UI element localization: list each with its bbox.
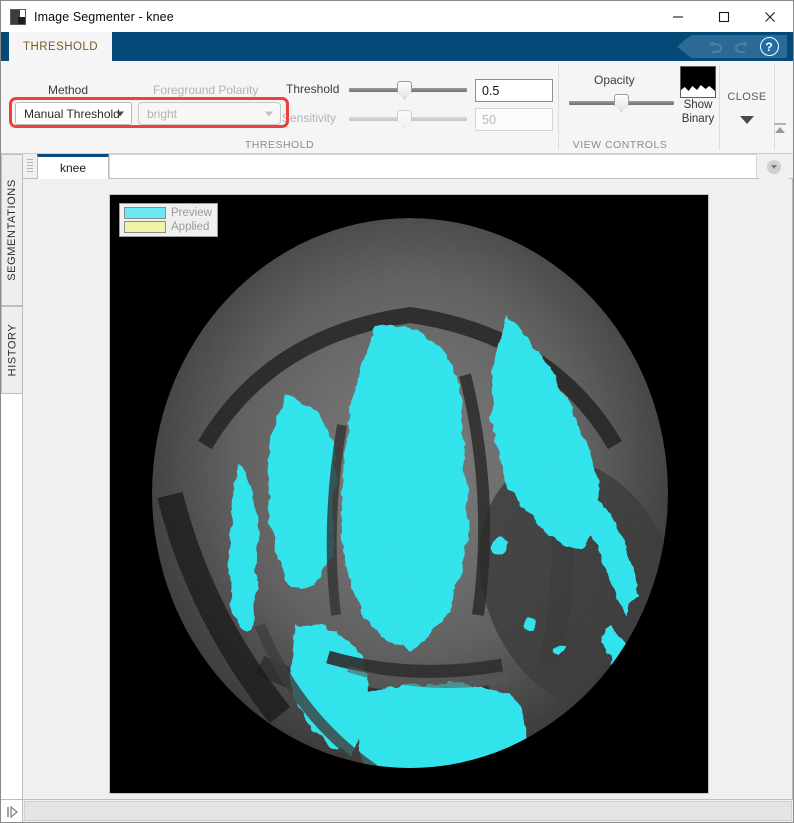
foreground-polarity-value: bright: [147, 106, 178, 121]
knee-mri-sagittal: [110, 195, 708, 793]
legend-swatch-preview: [124, 207, 166, 219]
help-question-mark: ?: [759, 37, 779, 56]
window-title: Image Segmenter - knee: [34, 9, 174, 24]
window-controls: [655, 1, 793, 32]
ribbon-group-close: CLOSE: [720, 61, 774, 154]
sensitivity-slider-thumb[interactable]: [397, 110, 412, 128]
threshold-value: 0.5: [482, 83, 500, 98]
group-separator-3: [774, 65, 775, 150]
segmentation-legend: Preview Applied: [119, 203, 218, 237]
left-rail-filler: [1, 394, 23, 799]
image-display[interactable]: Preview Applied: [109, 194, 709, 794]
chevron-down-icon: [265, 111, 273, 116]
close-button[interactable]: [747, 1, 793, 32]
drag-grip-icon[interactable]: [27, 159, 33, 173]
opacity-label: Opacity: [594, 73, 635, 87]
method-label: Method: [48, 83, 89, 97]
legend-label-applied: Applied: [171, 221, 210, 233]
legend-label-preview: Preview: [171, 207, 212, 219]
status-field: [24, 801, 792, 821]
app-icon: [10, 8, 26, 25]
status-bar: [1, 799, 793, 822]
binary-histogram-icon: [680, 66, 716, 98]
tab-overflow-icon: [767, 159, 781, 174]
sidebar-tab-history-label: HISTORY: [6, 323, 19, 377]
legend-item-applied: Applied: [124, 221, 212, 233]
threshold-label: Threshold: [286, 82, 340, 96]
redo-icon[interactable]: [732, 37, 752, 57]
method-dropdown[interactable]: Manual Threshold: [15, 102, 132, 125]
threshold-value-field[interactable]: 0.5: [475, 79, 553, 102]
ribbon-body: Method Foreground Polarity Manual Thresh…: [1, 61, 793, 154]
ribbon-tab-strip: THRESHOLD ?: [1, 32, 793, 61]
tab-strip-filler: [109, 154, 757, 179]
threshold-slider[interactable]: [349, 81, 467, 99]
show-binary-line2: Binary: [681, 112, 715, 125]
foreground-polarity-dropdown[interactable]: bright: [138, 102, 281, 125]
foreground-polarity-label: Foreground Polarity: [153, 83, 259, 97]
show-binary-label: Show Binary: [677, 99, 719, 126]
sensitivity-slider[interactable]: [349, 110, 467, 128]
tab-threshold[interactable]: THRESHOLD: [9, 32, 112, 61]
show-binary-line1: Show: [683, 99, 713, 111]
show-binary-button[interactable]: Show Binary: [677, 61, 719, 139]
view-controls-group-label: VIEW CONTROLS: [572, 139, 668, 151]
ribbon-group-view-controls: Opacity Show Binary VIEW CONTROLS: [559, 61, 719, 154]
legend-swatch-applied: [124, 221, 166, 233]
left-tab-rail: SEGMENTATIONS HISTORY: [1, 154, 23, 799]
maximize-button[interactable]: [701, 1, 747, 32]
tab-overflow-button[interactable]: [759, 154, 789, 179]
document-tab-bar: knee: [23, 154, 793, 179]
opacity-slider-thumb[interactable]: [614, 94, 629, 112]
threshold-slider-thumb[interactable]: [397, 81, 412, 99]
sidebar-tab-segmentations-label: SEGMENTATIONS: [6, 179, 19, 281]
minimize-button[interactable]: [655, 1, 701, 32]
legend-item-preview: Preview: [124, 207, 212, 219]
canvas-area: Preview Applied: [23, 179, 793, 799]
method-value: Manual Threshold: [24, 106, 120, 121]
quick-access-toolbar: ?: [677, 35, 787, 58]
help-icon[interactable]: ?: [759, 37, 779, 57]
document-tab-knee[interactable]: knee: [37, 154, 109, 179]
caret-down-icon[interactable]: [740, 116, 754, 124]
image-segmenter-window: Image Segmenter - knee THRESHOLD ? Metho…: [0, 0, 794, 823]
threshold-group-label: THRESHOLD: [244, 139, 315, 151]
sensitivity-value-field[interactable]: 50: [475, 108, 553, 131]
sensitivity-label: Sensitivity: [282, 111, 337, 125]
sidebar-tab-segmentations[interactable]: SEGMENTATIONS: [1, 154, 23, 306]
title-bar: Image Segmenter - knee: [1, 1, 793, 32]
sensitivity-value: 50: [482, 112, 496, 127]
undo-icon[interactable]: [705, 37, 725, 57]
sidebar-tab-history[interactable]: HISTORY: [1, 306, 23, 394]
expand-panel-button[interactable]: [1, 800, 23, 822]
ribbon-group-threshold: Method Foreground Polarity Manual Thresh…: [1, 61, 558, 154]
collapse-ribbon-icon[interactable]: [772, 121, 788, 137]
expand-panel-icon: [6, 805, 18, 818]
chevron-down-icon: [116, 111, 124, 116]
close-label[interactable]: CLOSE: [720, 91, 774, 103]
opacity-slider[interactable]: [569, 94, 674, 112]
